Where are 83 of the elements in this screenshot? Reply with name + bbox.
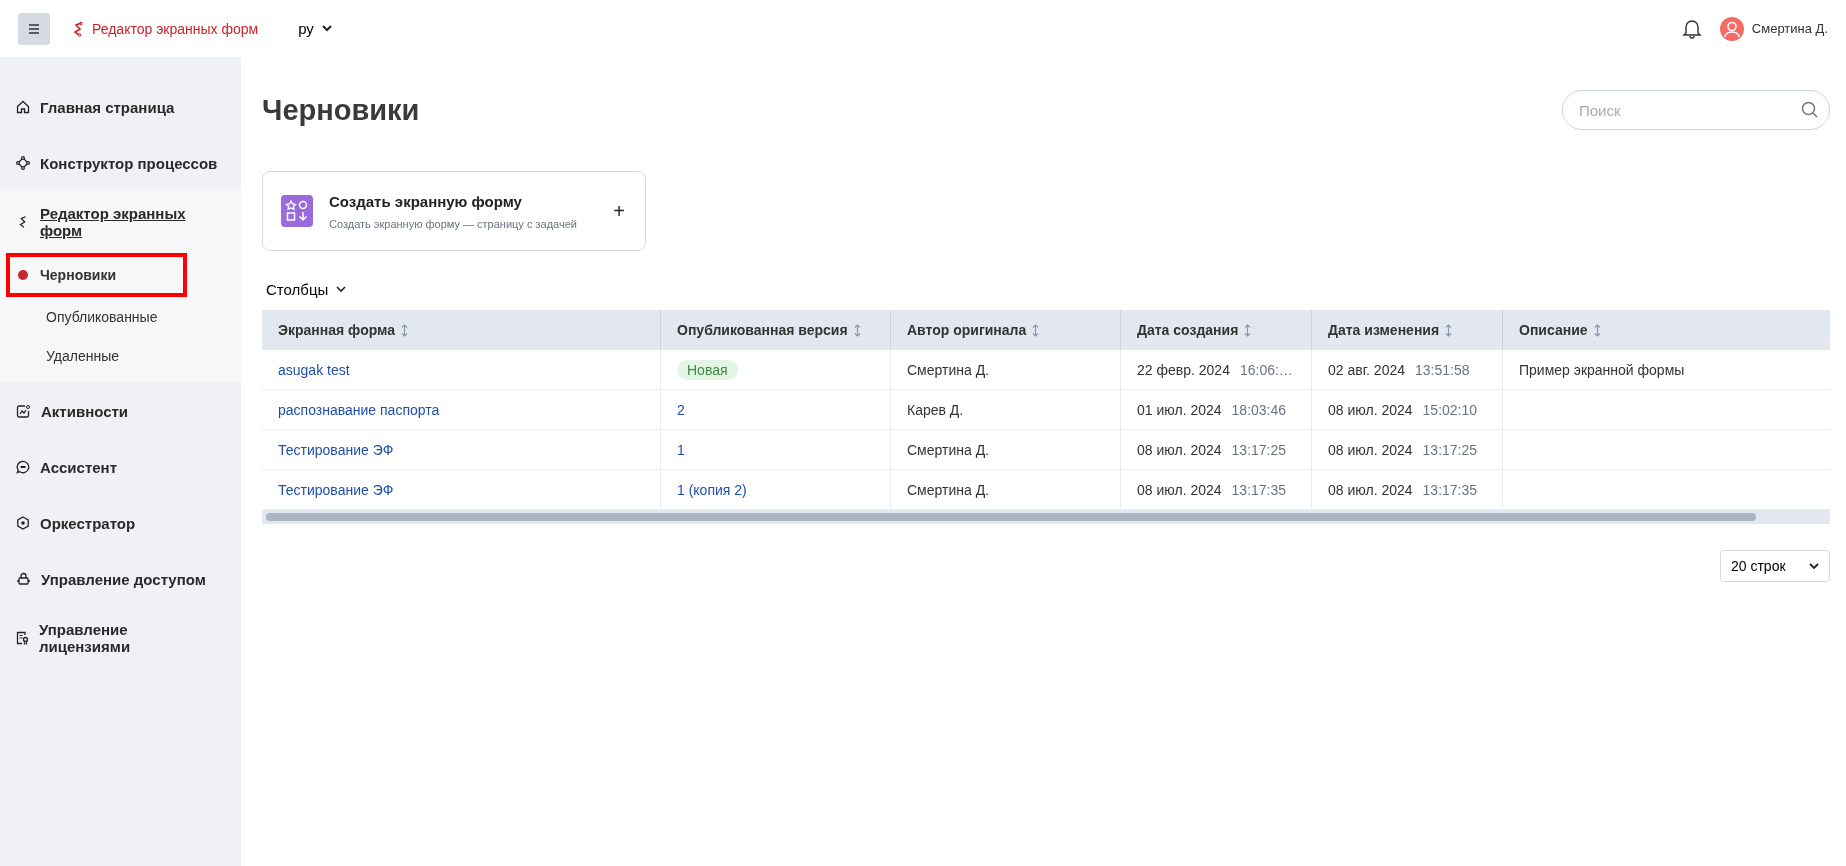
sidebar-item-label: Конструктор процессов	[40, 154, 218, 172]
sidebar-item[interactable]: Активности	[0, 383, 241, 439]
avatar-icon[interactable]	[1719, 16, 1744, 41]
form-name-link[interactable]: Тестирование ЭФ	[278, 441, 394, 458]
activity-icon	[16, 403, 31, 419]
sidebar-item-label: Главная страница	[40, 98, 175, 116]
author-text: Смертина Д.	[907, 481, 989, 498]
date-text: 08 июл. 2024	[1328, 441, 1413, 458]
search-icon[interactable]	[1801, 101, 1818, 118]
sidebar-item-label: Управление лицензиями	[39, 621, 132, 655]
sidebar-item[interactable]: Главная страница	[0, 79, 241, 135]
sidebar-subitem[interactable]: Удаленные	[6, 336, 187, 375]
description-text: Пример экранной формы	[1519, 361, 1685, 378]
status-badge: Новая	[677, 359, 738, 380]
sidebar-item-label: Редактор экранных форм	[40, 205, 187, 239]
time-text: 18:03:46	[1231, 401, 1287, 418]
sidebar-item-label: Управление доступом	[41, 570, 206, 588]
notification-bell-icon[interactable]	[1681, 17, 1702, 40]
chat-icon	[16, 460, 30, 474]
version-link[interactable]: 2	[677, 401, 685, 418]
page-size-dropdown[interactable]: 20 строк	[1720, 550, 1830, 582]
time-text: 13:17:35	[1422, 481, 1478, 498]
create-form-card[interactable]: Создать экранную форму Создать экранную форму — страницу с задачей +	[262, 171, 646, 251]
date-text: 01 июл. 2024	[1137, 401, 1222, 418]
time-text: 16:06:…	[1239, 361, 1293, 378]
sidebar-item[interactable]: Управление лицензиями	[0, 607, 241, 669]
author-text: Карев Д.	[907, 401, 964, 418]
time-text: 13:17:25	[1231, 441, 1287, 458]
author-text: Смертина Д.	[907, 361, 989, 378]
chevron-down-icon	[321, 25, 332, 32]
form-name-link[interactable]: Тестирование ЭФ	[278, 481, 394, 498]
columns-dropdown[interactable]: Столбцы	[262, 281, 351, 298]
sort-icon	[401, 323, 408, 337]
time-text: 13:17:25	[1422, 441, 1478, 458]
time-text: 15:02:10	[1422, 401, 1478, 418]
sidebar-item-label: Ассистент	[40, 458, 117, 476]
sort-icon	[1445, 323, 1453, 337]
column-header[interactable]: Описание	[1503, 310, 1830, 350]
version-link[interactable]: 1 (копия 2)	[677, 481, 747, 498]
search-field[interactable]: Поиск	[1562, 90, 1830, 130]
date-text: 08 июл. 2024	[1328, 401, 1413, 418]
time-text: 13:51:58	[1415, 361, 1470, 378]
sort-icon	[1593, 323, 1601, 337]
sort-icon	[853, 323, 861, 337]
form-name-link[interactable]: asugak test	[278, 361, 350, 378]
sort-icon	[1244, 323, 1252, 337]
sidebar-item-label: Оркестратор	[40, 514, 136, 532]
sidebar-item[interactable]: Управление доступом	[0, 551, 241, 607]
user-name[interactable]: Смертина Д.	[1751, 21, 1828, 36]
sidebar-subitem[interactable]: Черновики	[6, 253, 187, 297]
sidebar-item[interactable]: Конструктор процессов	[0, 135, 241, 191]
add-action: +	[613, 199, 625, 223]
hexagon-icon	[16, 516, 30, 530]
language-dropdown[interactable]: ру	[292, 19, 338, 38]
form-name-link[interactable]: распознавание паспорта	[278, 401, 440, 418]
license-icon	[16, 630, 29, 646]
active-dot-icon	[18, 270, 28, 280]
card-title: Создать экранную форму	[329, 192, 523, 210]
sidebar-item[interactable]: Редактор экранных форм	[0, 191, 241, 253]
sidebar-subitem[interactable]: Опубликованные	[6, 297, 187, 336]
shapes-icon	[281, 195, 313, 227]
lock-icon	[16, 572, 31, 586]
home-icon	[16, 100, 30, 114]
card-description: Создать экранную форму — страницу с задачей	[329, 217, 578, 230]
chevron-down-icon	[336, 286, 347, 293]
sidebar-item-label: Активности	[41, 402, 129, 420]
sidebar-item[interactable]: Оркестратор	[0, 495, 241, 551]
nodes-icon	[16, 156, 30, 170]
sort-icon	[1032, 323, 1040, 337]
page-title: Черновики	[262, 93, 420, 127]
date-text: 22 февр. 2024	[1137, 361, 1230, 378]
time-text: 13:17:35	[1231, 481, 1287, 498]
date-text: 02 авг. 2024	[1328, 361, 1405, 378]
menu-icon	[28, 23, 40, 34]
date-text: 08 июл. 2024	[1137, 481, 1222, 498]
chevron-down-icon	[1809, 562, 1819, 570]
date-text: 08 июл. 2024	[1328, 481, 1413, 498]
author-text: Смертина Д.	[907, 441, 989, 458]
sidebar-item[interactable]: Ассистент	[0, 439, 241, 495]
scrollbar-thumb[interactable]	[266, 513, 1756, 521]
version-link[interactable]: 1	[677, 441, 685, 458]
date-text: 08 июл. 2024	[1137, 441, 1222, 458]
menu-button[interactable]	[18, 12, 50, 45]
